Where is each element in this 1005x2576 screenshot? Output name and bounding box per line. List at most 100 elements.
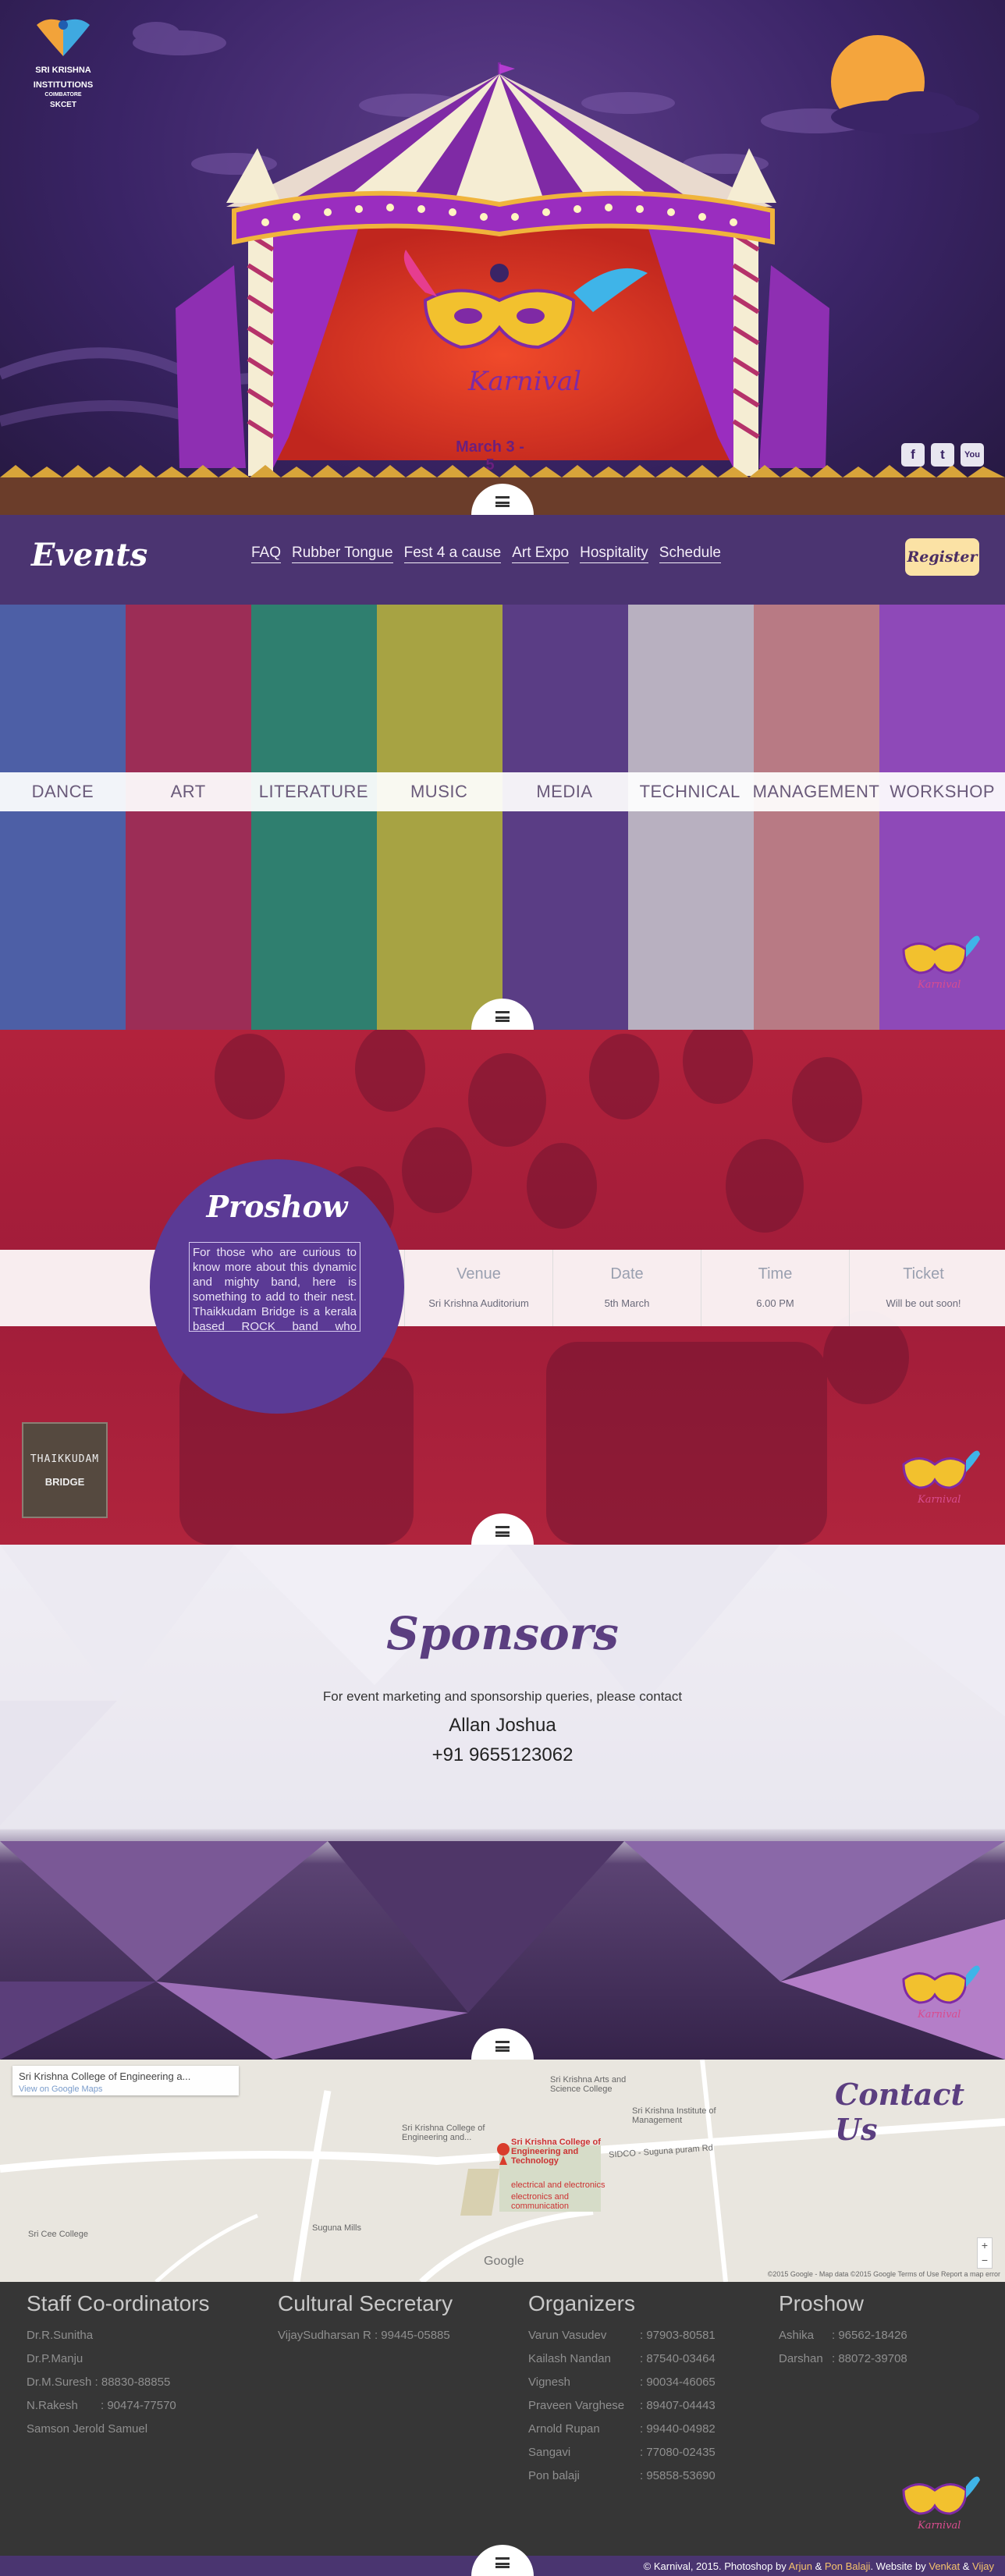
contact-map-section[interactable]: Sri Krishna College of Engineering a... … xyxy=(0,2060,1005,2282)
band-logo-line1: THAIKKUDAM xyxy=(30,1453,100,1465)
hamburger-icon xyxy=(495,496,510,507)
contact-phone: : 88830-88855 xyxy=(94,2376,171,2389)
contact-row: Dr.P.Manju xyxy=(27,2347,210,2371)
event-column-dance[interactable] xyxy=(0,605,126,1030)
contact-name: VijaySudharsan R xyxy=(278,2329,371,2342)
contact-name: Dr.P.Manju xyxy=(27,2352,83,2365)
youtube-icon[interactable]: You xyxy=(961,443,984,467)
category-art[interactable]: ART xyxy=(126,772,251,811)
category-media[interactable]: MEDIA xyxy=(502,772,627,811)
category-dance[interactable]: DANCE xyxy=(0,772,126,811)
scroll-menu-button[interactable] xyxy=(471,2545,534,2576)
twitter-icon[interactable]: t xyxy=(931,443,954,467)
svg-text:Karnival: Karnival xyxy=(917,1494,961,1506)
footer-section: Staff Co-ordinators Dr.R.Sunitha Dr.P.Ma… xyxy=(0,2282,1005,2576)
credit-link-arjun[interactable]: Arjun xyxy=(789,2560,812,2572)
event-column-literature[interactable] xyxy=(251,605,377,1030)
info-venue-value: Sri Krishna Auditorium xyxy=(428,1297,529,1309)
contact-row: Praveen Varghese: 89407-04443 xyxy=(528,2394,716,2418)
contact-name: Kailash Nandan xyxy=(528,2352,611,2365)
contact-row: Dr.M.Suresh : 88830-88855 xyxy=(27,2371,210,2394)
nav-link-schedule[interactable]: Schedule xyxy=(659,545,721,563)
sponsors-contact-line: For event marketing and sponsorship quer… xyxy=(322,1689,683,1704)
logo-emblem-icon xyxy=(37,19,90,56)
info-date-label: Date xyxy=(610,1265,644,1283)
svg-text:Karnival: Karnival xyxy=(917,2520,961,2532)
contact-name: Ashika xyxy=(779,2329,815,2342)
events-header: Events FAQ Rubber Tongue Fest 4 a cause … xyxy=(0,515,1005,605)
contact-phone: : 95858-53690 xyxy=(640,2469,716,2482)
karnival-mask-logo: Karnival xyxy=(902,2476,980,2532)
google-logo: Google xyxy=(484,2255,524,2268)
logo-text-line4: SKCET xyxy=(50,101,76,109)
info-time-value: 6.00 PM xyxy=(756,1297,794,1309)
credit-amp: & xyxy=(962,2560,970,2572)
register-button[interactable]: Register xyxy=(905,538,979,576)
credit-link-venkat[interactable]: Venkat xyxy=(929,2560,960,2572)
info-time-label: Time xyxy=(758,1265,793,1283)
sponsors-section: Sponsors For event marketing and sponsor… xyxy=(0,1545,1005,2060)
event-column-media[interactable] xyxy=(502,605,628,1030)
map-place-card[interactable]: Sri Krishna College of Engineering a... … xyxy=(12,2066,239,2095)
contact-name: Samson Jerold Samuel xyxy=(27,2422,148,2436)
zoom-out-icon[interactable]: − xyxy=(978,2253,992,2268)
event-column-technical[interactable] xyxy=(628,605,754,1030)
website-by-label: . Website by xyxy=(870,2560,926,2572)
category-music[interactable]: MUSIC xyxy=(376,772,502,811)
sponsor-contact-phone[interactable]: +91 9655123062 xyxy=(0,1744,1005,1766)
contact-name: Arnold Rupan xyxy=(528,2422,600,2436)
nav-link-rubber-tongue[interactable]: Rubber Tongue xyxy=(292,545,393,563)
karnival-mask-logo: Karnival xyxy=(902,1965,980,2021)
contact-row: Pon balaji: 95858-53690 xyxy=(528,2464,716,2488)
zoom-in-icon[interactable]: + xyxy=(978,2238,992,2253)
map-zoom-control[interactable]: + − xyxy=(977,2237,993,2269)
nav-link-faq[interactable]: FAQ xyxy=(251,545,282,563)
contact-name: Sangavi xyxy=(528,2446,571,2459)
map-label-management: Sri Krishna Institute of Management xyxy=(632,2106,716,2125)
event-column-management[interactable] xyxy=(754,605,879,1030)
contact-row: N.Rakesh: 90474-77570 xyxy=(27,2394,210,2418)
proshow-title: Proshow xyxy=(206,1189,348,1224)
contact-row: Arnold Rupan: 99440-04982 xyxy=(528,2418,716,2441)
logo-text-line1: SRI KRISHNA xyxy=(35,66,91,75)
proshow-contacts-column: Proshow Ashika: 96562-18426 Darshan: 880… xyxy=(779,2291,907,2371)
credit-link-pon-balaji[interactable]: Pon Balaji xyxy=(825,2560,871,2572)
events-section: Events FAQ Rubber Tongue Fest 4 a cause … xyxy=(0,515,1005,1030)
contact-row: Kailash Nandan: 87540-03464 xyxy=(528,2347,716,2371)
facebook-icon[interactable]: f xyxy=(901,443,925,467)
hamburger-icon xyxy=(495,2041,510,2052)
map-attribution[interactable]: ©2015 Google - Map data ©2015 Google Ter… xyxy=(768,2270,1000,2278)
info-date-value: 5th March xyxy=(604,1297,650,1309)
info-venue-label: Venue xyxy=(456,1265,501,1283)
sri-krishna-logo[interactable]: SRI KRISHNA INSTITUTIONS COIMBATORE SKCE… xyxy=(20,16,106,109)
category-technical[interactable]: TECHNICAL xyxy=(627,772,753,811)
credit-link-vijay[interactable]: Vijay xyxy=(972,2560,994,2572)
category-workshop[interactable]: WORKSHOP xyxy=(879,772,1005,811)
proshow-section: Venue Sri Krishna Auditorium Date 5th Ma… xyxy=(0,1030,1005,1545)
map-label-eee: electrical and electronics xyxy=(511,2180,605,2190)
contact-phone: : 96562-18426 xyxy=(832,2329,907,2342)
category-literature[interactable]: LITERATURE xyxy=(251,772,377,811)
proshow-description[interactable]: For those who are curious to know more a… xyxy=(189,1242,360,1332)
hamburger-icon xyxy=(495,2557,510,2568)
contact-name: Dr.M.Suresh xyxy=(27,2376,92,2389)
logo-text-line3: COIMBATORE xyxy=(44,92,82,98)
nav-link-hospitality[interactable]: Hospitality xyxy=(580,545,648,563)
map-label-engineering: Sri Krishna College of Engineering and..… xyxy=(402,2124,485,2142)
contact-name: Vignesh xyxy=(528,2376,570,2389)
hamburger-icon xyxy=(495,1011,510,1022)
category-management[interactable]: MANAGEMENT xyxy=(753,772,880,811)
contact-row: Samson Jerold Samuel xyxy=(27,2418,210,2441)
view-on-google-maps-link[interactable]: View on Google Maps xyxy=(19,2085,239,2094)
nav-link-fest-4-a-cause[interactable]: Fest 4 a cause xyxy=(403,545,502,563)
svg-text:Karnival: Karnival xyxy=(467,366,581,397)
sponsor-contact-name: Allan Joshua xyxy=(449,1715,556,1736)
event-column-music[interactable] xyxy=(377,605,502,1030)
contact-name: N.Rakesh xyxy=(27,2399,78,2412)
info-ticket: Ticket Will be out soon! xyxy=(849,1250,997,1326)
contact-row: VijaySudharsan R : 99445-05885 xyxy=(278,2324,453,2347)
event-column-art[interactable] xyxy=(126,605,251,1030)
contact-row: Sangavi: 77080-02435 xyxy=(528,2441,716,2464)
nav-link-art-expo[interactable]: Art Expo xyxy=(512,545,570,563)
contact-row: Dr.R.Sunitha xyxy=(27,2324,210,2347)
